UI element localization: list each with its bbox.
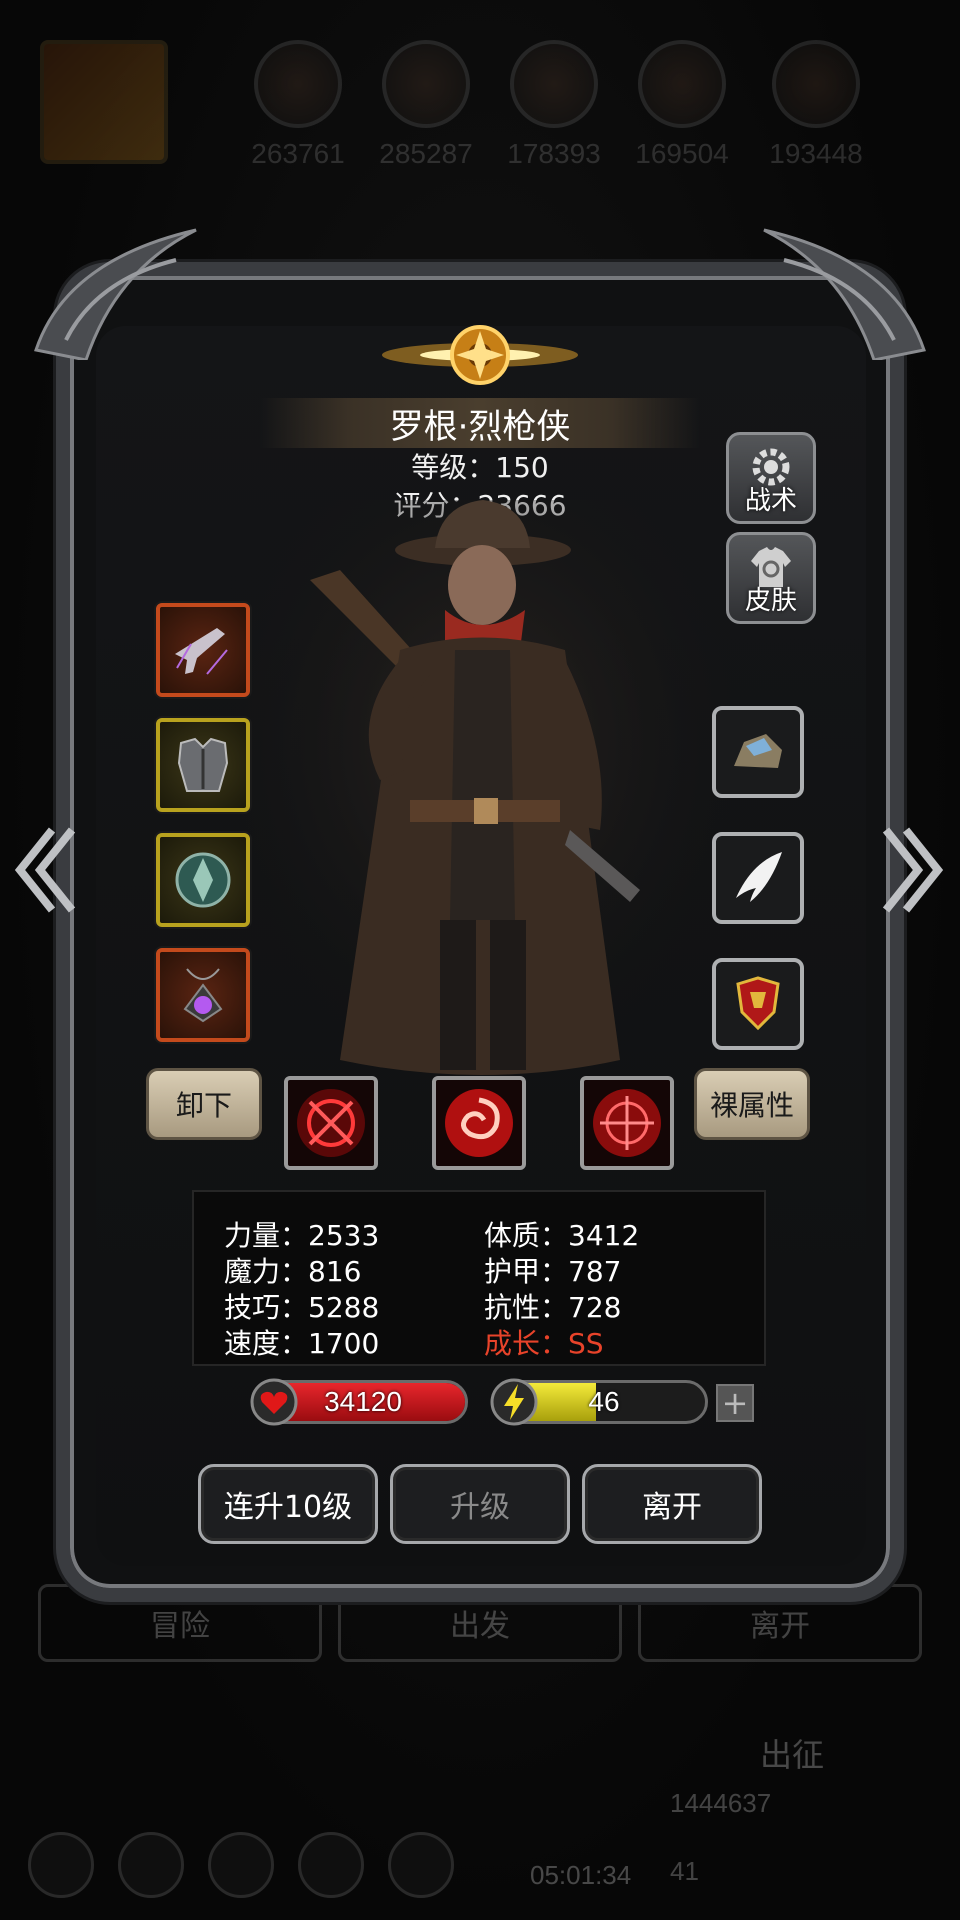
shield-icon	[175, 852, 231, 908]
heart-icon	[250, 1378, 298, 1426]
amulet-icon	[183, 968, 223, 1023]
previous-hero-arrow-icon[interactable]	[12, 820, 78, 920]
hero-class-emblem-icon	[382, 325, 578, 385]
gold-amount: 1444637	[670, 1788, 772, 1818]
unequip-button[interactable]: 卸下	[146, 1068, 262, 1140]
thorn-ornament-icon	[763, 228, 926, 360]
weapon-slot[interactable]	[156, 603, 250, 697]
hero-character-art	[230, 500, 730, 1100]
armor-slot[interactable]	[156, 718, 250, 812]
crosshair-skill-icon	[297, 1089, 365, 1157]
level-up-button[interactable]: 升级	[390, 1464, 570, 1544]
lightning-icon	[490, 1378, 538, 1426]
gem-slot[interactable]	[712, 706, 804, 798]
bottom-nav-icon	[118, 1832, 184, 1898]
gem-amount: 41	[670, 1856, 699, 1886]
wing-icon	[736, 852, 782, 902]
skill-slot-3[interactable]	[580, 1076, 674, 1170]
leader-portrait	[40, 40, 168, 164]
roster-score: 285287	[379, 138, 473, 169]
stat-armor: 护甲：787	[484, 1255, 622, 1288]
next-hero-arrow-icon[interactable]	[880, 820, 946, 920]
stat-speed: 速度：1700	[224, 1327, 380, 1360]
add-energy-button[interactable]: +	[716, 1384, 754, 1422]
background-bottom-bar: 出征 1444637 41 05:01:34	[0, 1720, 960, 1920]
bottom-nav-icon	[28, 1832, 94, 1898]
hero-name: 罗根·烈枪侠	[260, 398, 700, 448]
pistol-icon	[175, 628, 228, 675]
stats-panel: 力量：2533 魔力：816 技巧：5288 速度：1700 体质：3412 护…	[192, 1190, 766, 1366]
skill-slot-2[interactable]	[432, 1076, 526, 1170]
ore-icon	[734, 734, 782, 768]
level-up-10-button[interactable]: 连升10级	[198, 1464, 378, 1544]
stat-constitution: 体质：3412	[484, 1219, 640, 1252]
skill-slot-1[interactable]	[284, 1076, 378, 1170]
wing-slot[interactable]	[712, 832, 804, 924]
roster-hero-3: 178393	[506, 40, 602, 170]
leave-button[interactable]: 离开	[582, 1464, 762, 1544]
shield-slot[interactable]	[156, 833, 250, 927]
tactics-button[interactable]: 战术	[726, 432, 816, 524]
bottom-nav-icon	[208, 1832, 274, 1898]
roster-score: 193448	[769, 138, 863, 169]
roster-score: 169504	[635, 138, 729, 169]
stat-growth: 成长：SS	[484, 1327, 604, 1360]
roster-hero-1: 263761	[250, 40, 346, 170]
roster-hero-5: 193448	[768, 40, 864, 170]
bottom-nav-icon	[298, 1832, 364, 1898]
crest-icon	[736, 976, 780, 1031]
hero-level: 等级：150	[411, 451, 549, 484]
stat-magic: 魔力：816	[224, 1255, 362, 1288]
thorn-ornament-icon	[34, 228, 197, 360]
roster-hero-4: 169504	[634, 40, 730, 170]
roster-score: 178393	[507, 138, 601, 169]
armor-icon	[177, 737, 229, 792]
swirl-skill-icon	[445, 1089, 513, 1157]
stat-strength: 力量：2533	[224, 1219, 380, 1252]
shirt-icon	[751, 547, 791, 587]
stat-skill: 技巧：5288	[224, 1291, 380, 1324]
roster-hero-2: 285287	[378, 40, 474, 170]
roster-score: 263761	[251, 138, 345, 169]
timer: 05:01:34	[530, 1860, 632, 1890]
sortie-label: 出征	[760, 1736, 825, 1774]
bare-attributes-button[interactable]: 裸属性	[694, 1068, 810, 1140]
gear-icon	[752, 448, 790, 486]
crest-slot[interactable]	[712, 958, 804, 1050]
amulet-slot[interactable]	[156, 948, 250, 1042]
stat-resistance: 抗性：728	[484, 1291, 622, 1324]
bottom-nav-icon	[388, 1832, 454, 1898]
skin-button[interactable]: 皮肤	[726, 532, 816, 624]
background-hero-roster: 263761 285287 178393 169504 193448	[0, 0, 960, 180]
target-skill-icon	[593, 1089, 661, 1157]
